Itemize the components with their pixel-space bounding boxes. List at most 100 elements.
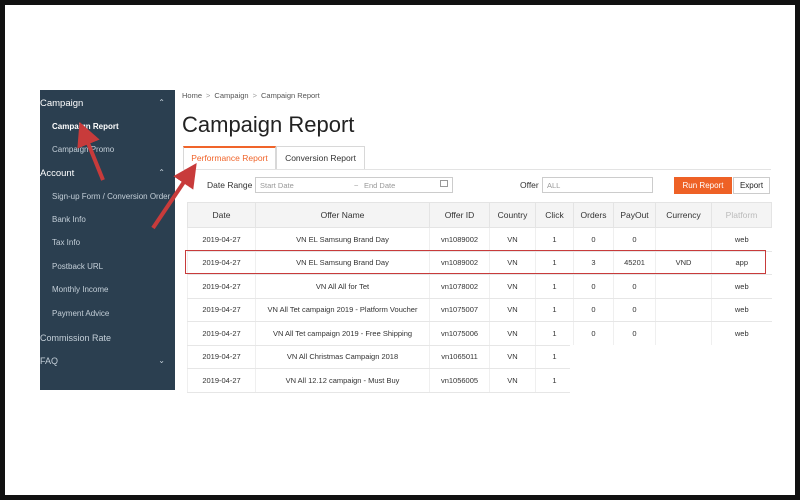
table-cell: web	[711, 274, 772, 299]
sidebar-section-account[interactable]: Account ⌃	[40, 168, 175, 179]
table-cell: VN	[489, 368, 536, 393]
chevron-right-icon: >	[206, 91, 211, 100]
table-row[interactable]: 2019-04-27 VN All Tet campaign 2019 - Fre…	[187, 321, 772, 346]
end-date-placeholder: End Date	[364, 181, 396, 190]
sidebar-item-commission-rate[interactable]: Commission Rate	[40, 333, 175, 343]
column-header[interactable]: Country	[489, 202, 536, 228]
sidebar-item-tax-info[interactable]: Tax Info	[52, 238, 172, 247]
table-cell: 2019-04-27	[187, 227, 256, 252]
table-row-highlighted[interactable]: 2019-04-27 VN EL Samsung Brand Day vn10890…	[187, 251, 772, 275]
tab-divider	[183, 169, 771, 170]
table-cell	[655, 274, 712, 299]
table-cell: 2019-04-27	[187, 251, 256, 275]
table-cell: 1	[535, 345, 574, 369]
column-header[interactable]: Offer ID	[429, 202, 490, 228]
table-cell: vn1075007	[429, 298, 490, 322]
table-cell: web	[711, 298, 772, 322]
table-cell: web	[711, 321, 772, 346]
offer-label: Offer	[520, 180, 539, 190]
table-cell: 2019-04-27	[187, 368, 256, 393]
column-header[interactable]: Click	[535, 202, 574, 228]
tab-performance-report[interactable]: Performance Report	[183, 146, 276, 170]
table-cell: app	[711, 251, 772, 275]
table-cell: VN	[489, 345, 536, 369]
table-cell: 2019-04-27	[187, 274, 256, 299]
table-cell: vn1089002	[429, 251, 490, 275]
table-cell: 45201	[613, 251, 656, 275]
table-cell: VN	[489, 321, 536, 346]
table-cell: vn1075006	[429, 321, 490, 346]
table-cell: vn1089002	[429, 227, 490, 252]
table-cell	[655, 321, 712, 346]
offer-placeholder: ALL	[547, 181, 561, 190]
table-cell: 0	[573, 227, 614, 252]
filter-bar: Date Range Start Date ~ End Date Offer A…	[175, 176, 771, 196]
breadcrumb-campaign[interactable]: Campaign	[214, 91, 248, 100]
white-overlay	[570, 345, 780, 393]
column-header[interactable]: Platform	[711, 202, 772, 228]
breadcrumb-home[interactable]: Home	[182, 91, 202, 100]
table-cell: VN	[489, 274, 536, 299]
range-separator: ~	[354, 181, 359, 190]
sidebar-item-campaign-promo[interactable]: Campaign Promo	[52, 145, 172, 154]
sidebar-item-postback-url[interactable]: Postback URL	[52, 262, 172, 271]
table-cell: VND	[655, 251, 712, 275]
table-cell: vn1056005	[429, 368, 490, 393]
page-title: Campaign Report	[182, 112, 355, 137]
table-cell: 0	[613, 298, 656, 322]
date-range-input[interactable]: Start Date ~ End Date	[255, 177, 453, 193]
table-cell: vn1078002	[429, 274, 490, 299]
sidebar-item-label: FAQ	[40, 356, 59, 366]
table-cell: 0	[573, 321, 614, 346]
column-header[interactable]: PayOut	[613, 202, 656, 228]
table-cell: VN All 12.12 campaign - Must Buy	[255, 368, 430, 393]
column-header[interactable]: Offer Name	[255, 202, 430, 228]
start-date-placeholder: Start Date	[260, 181, 294, 190]
table-cell: VN All Tet campaign 2019 - Free Shipping	[255, 321, 430, 346]
table-cell: 2019-04-27	[187, 321, 256, 346]
table-row[interactable]: 2019-04-27 VN EL Samsung Brand Day vn10890…	[187, 227, 772, 252]
table-cell: 1	[535, 321, 574, 346]
sidebar: Campaign ⌃ Campaign Report Campaign Prom…	[40, 90, 175, 390]
table-cell: VN	[489, 227, 536, 252]
table-cell: 2019-04-27	[187, 298, 256, 322]
export-button[interactable]: Export	[733, 177, 770, 194]
offer-select[interactable]: ALL	[542, 177, 653, 193]
table-cell: VN EL Samsung Brand Day	[255, 227, 430, 252]
sidebar-item-monthly-income[interactable]: Monthly Income	[52, 285, 172, 294]
date-range-label: Date Range	[207, 180, 253, 190]
table-cell: VN EL Samsung Brand Day	[255, 251, 430, 275]
table-cell: VN All Christmas Campaign 2018	[255, 345, 430, 369]
table-header-row: Date Offer Name Offer ID Country Click Orders…	[187, 202, 772, 228]
chevron-right-icon: >	[252, 91, 257, 100]
column-header[interactable]: Date	[187, 202, 256, 228]
table-cell: VN All Tet campaign 2019 - Platform Vouc…	[255, 298, 430, 322]
sidebar-item-payment-advice[interactable]: Payment Advice	[52, 309, 172, 318]
table-row[interactable]: 2019-04-27 VN All Tet campaign 2019 - Pla…	[187, 298, 772, 322]
breadcrumb: Home > Campaign > Campaign Report	[182, 91, 320, 100]
calendar-icon	[440, 180, 448, 187]
sidebar-item-faq[interactable]: FAQ ⌄	[40, 356, 175, 366]
chevron-up-icon: ⌃	[158, 168, 165, 177]
table-cell: 0	[573, 274, 614, 299]
table-cell: VN	[489, 298, 536, 322]
sidebar-item-signup-form[interactable]: Sign-up Form / Conversion Order	[52, 192, 172, 201]
table-cell: 1	[535, 298, 574, 322]
table-row[interactable]: 2019-04-27 VN All All for Tet vn1078002 VN 1…	[187, 274, 772, 299]
sidebar-item-campaign-report[interactable]: Campaign Report	[52, 122, 172, 131]
sidebar-section-label: Campaign	[40, 98, 84, 109]
table-header: Date Offer Name Offer ID Country Click Orders…	[187, 202, 772, 228]
table-cell: 3	[573, 251, 614, 275]
column-header[interactable]: Currency	[655, 202, 712, 228]
chevron-down-icon: ⌄	[158, 356, 165, 365]
table-cell	[655, 298, 712, 322]
table-cell: 0	[613, 274, 656, 299]
column-header[interactable]: Orders	[573, 202, 614, 228]
run-report-button[interactable]: Run Report	[674, 177, 732, 194]
sidebar-section-campaign[interactable]: Campaign ⌃	[40, 98, 175, 109]
table-cell: web	[711, 227, 772, 252]
tab-conversion-report[interactable]: Conversion Report	[276, 146, 365, 170]
table-cell	[655, 227, 712, 252]
table-cell: VN	[489, 251, 536, 275]
sidebar-item-bank-info[interactable]: Bank Info	[52, 215, 172, 224]
